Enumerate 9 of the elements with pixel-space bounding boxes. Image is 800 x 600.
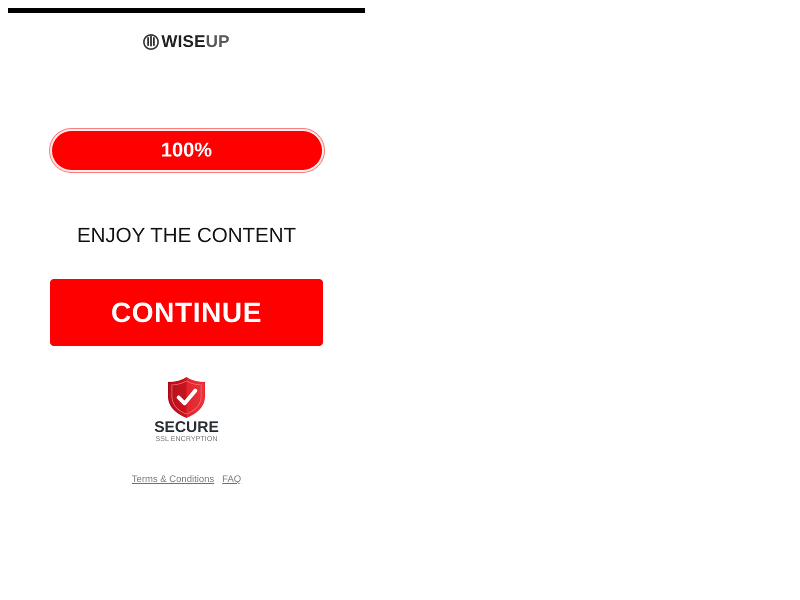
heading: ENJOY THE CONTENT bbox=[76, 223, 296, 249]
logo-wordmark: WISEUP bbox=[161, 33, 230, 51]
logo-icon bbox=[143, 34, 160, 50]
continue-button[interactable]: CONTINUE bbox=[50, 279, 323, 346]
secure-title: SECURE bbox=[154, 420, 219, 436]
progress-label: 100% bbox=[160, 139, 212, 162]
shield-check-icon bbox=[168, 377, 205, 418]
footer-link[interactable]: Terms & Conditions bbox=[132, 474, 214, 485]
footer-link[interactable]: FAQ bbox=[222, 474, 242, 485]
